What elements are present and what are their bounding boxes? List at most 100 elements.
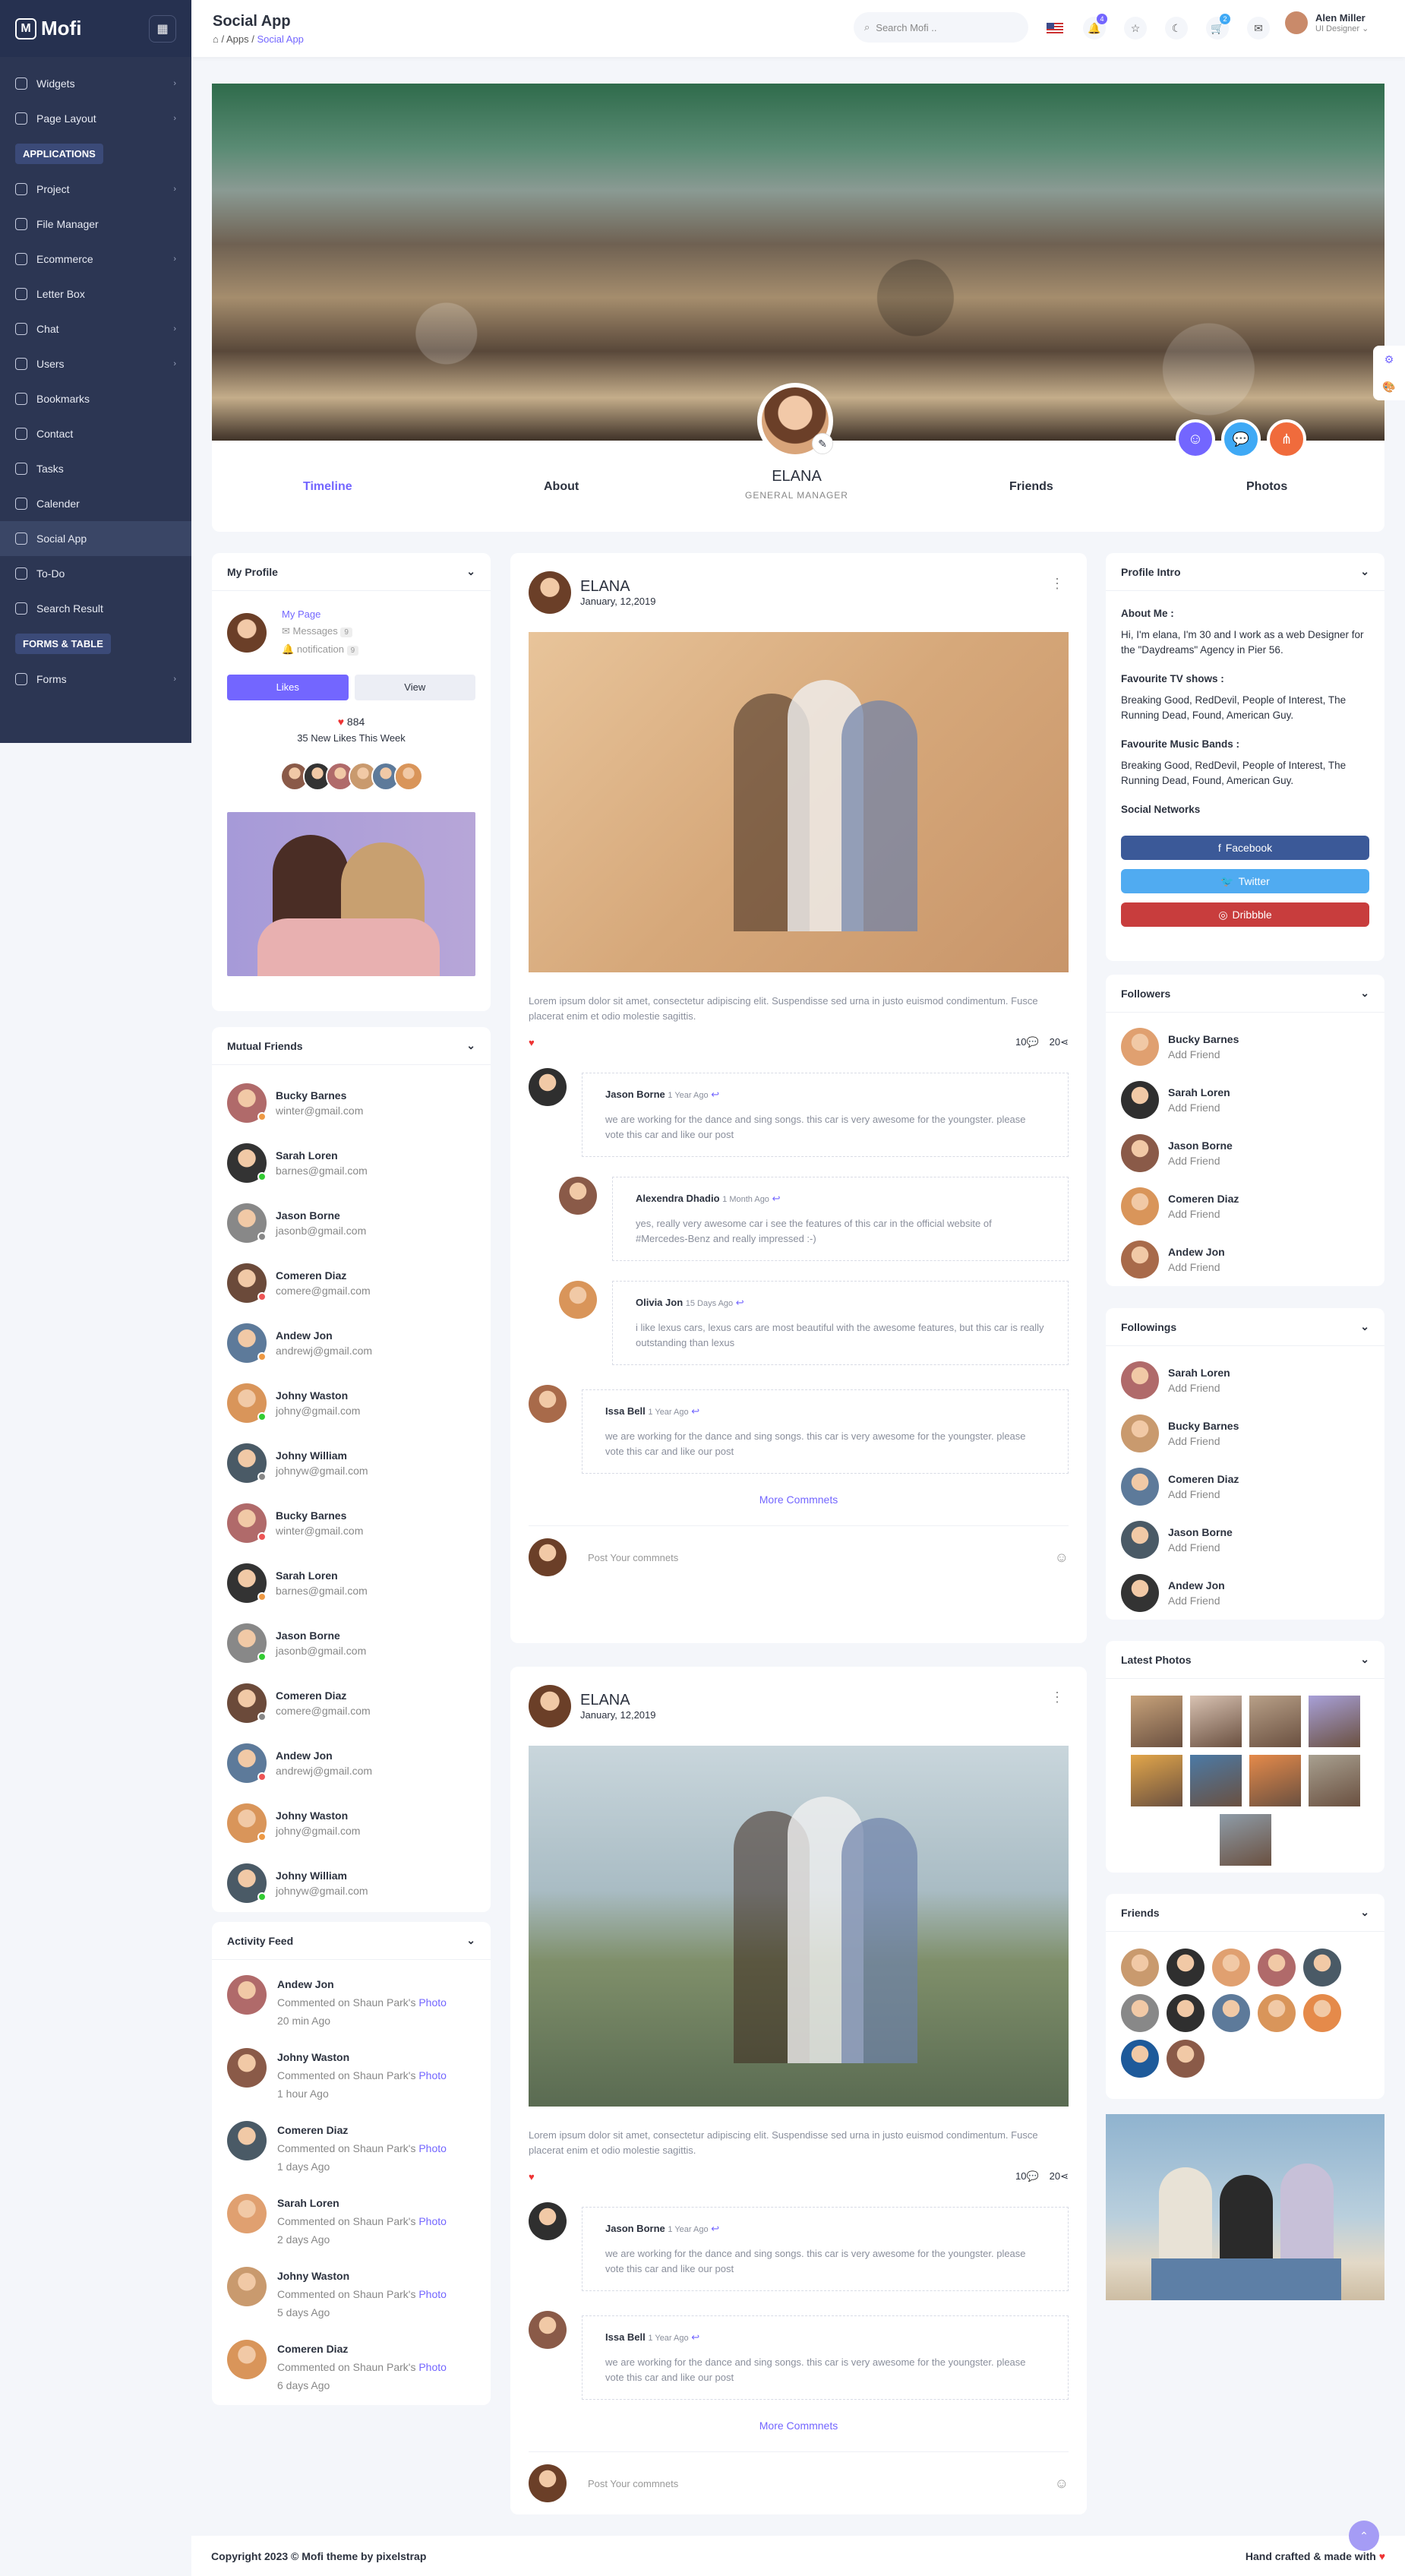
reply-icon[interactable]: ↩: [736, 1297, 744, 1308]
reply-icon[interactable]: ↩: [711, 2223, 719, 2234]
chevron-down-icon[interactable]: ⌄: [1360, 987, 1369, 1000]
sidebar-item-search-result[interactable]: Search Result: [0, 591, 191, 626]
sidebar-item-page-layout[interactable]: Page Layout ›: [0, 101, 191, 136]
sidebar-item-ecommerce[interactable]: Ecommerce ›: [0, 242, 191, 277]
photo-link[interactable]: Photo: [418, 2142, 447, 2154]
reply-icon[interactable]: ↩: [691, 1405, 699, 1417]
chat-icon[interactable]: 💬: [1221, 419, 1261, 459]
logo[interactable]: M Mofi ▦: [0, 0, 191, 57]
add-friend-link[interactable]: Add Friend: [1168, 1595, 1225, 1607]
chevron-down-icon[interactable]: ⌄: [1360, 565, 1369, 578]
sidebar-item-users[interactable]: Users ›: [0, 346, 191, 381]
cart-icon[interactable]: 🛒 2: [1206, 14, 1230, 40]
add-friend-link[interactable]: Add Friend: [1168, 1488, 1239, 1500]
chevron-down-icon[interactable]: ⌄: [1360, 1320, 1369, 1333]
tab-timeline[interactable]: Timeline: [303, 480, 352, 494]
tab-friends[interactable]: Friends: [1009, 480, 1053, 494]
sidebar-item-contact[interactable]: Contact: [0, 416, 191, 451]
share-count[interactable]: 20⋖: [1050, 1036, 1069, 1048]
more-comments-link[interactable]: More Commnets: [529, 1493, 1069, 1506]
add-friend-link[interactable]: Add Friend: [1168, 1208, 1239, 1220]
home-icon[interactable]: ⌂: [213, 33, 219, 45]
list-item[interactable]: Sarah Loren Add Friend: [1121, 1081, 1369, 1119]
messages-row[interactable]: ✉ Messages 9: [282, 623, 358, 641]
activity-feed-header[interactable]: Activity Feed ⌄: [212, 1922, 491, 1960]
friends-header[interactable]: Friends ⌄: [1106, 1894, 1384, 1932]
list-item[interactable]: Sarah Loren barnes@gmail.com: [227, 1143, 475, 1183]
photo-link[interactable]: Photo: [418, 2361, 447, 2373]
chevron-down-icon[interactable]: ⌄: [1360, 1653, 1369, 1666]
gallery-photo[interactable]: [1189, 1755, 1242, 1806]
flag-icon[interactable]: [1043, 17, 1066, 40]
likes-button[interactable]: Likes: [227, 675, 349, 700]
list-item[interactable]: Jason Borne Add Friend: [1121, 1134, 1369, 1172]
sidebar-item-calender[interactable]: Calender: [0, 486, 191, 521]
bookmark-icon[interactable]: ☆: [1124, 17, 1147, 40]
sidebar-item-bookmarks[interactable]: Bookmarks: [0, 381, 191, 416]
sidebar-item-letter-box[interactable]: Letter Box: [0, 277, 191, 311]
latest-photos-header[interactable]: Latest Photos ⌄: [1106, 1641, 1384, 1679]
list-item[interactable]: Jason Borne jasonb@gmail.com: [227, 1623, 475, 1663]
search-input[interactable]: ⌕ Search Mofi ..: [854, 12, 1028, 43]
more-icon[interactable]: ⋮: [1050, 1689, 1064, 1705]
sidebar-item-chat[interactable]: Chat ›: [0, 311, 191, 346]
list-item[interactable]: Comeren Diaz comere@gmail.com: [227, 1263, 475, 1303]
breadcrumb-apps[interactable]: Apps: [226, 33, 249, 45]
mutual-friends-header[interactable]: Mutual Friends ⌄: [212, 1027, 491, 1065]
edit-icon[interactable]: ✎: [812, 433, 833, 454]
view-button[interactable]: View: [354, 675, 475, 700]
followers-header[interactable]: Followers ⌄: [1106, 975, 1384, 1013]
heart-icon[interactable]: ♥: [529, 2171, 535, 2182]
gallery-photo[interactable]: [1219, 1814, 1271, 1866]
list-item[interactable]: Andew Jon andrewj@gmail.com: [227, 1743, 475, 1783]
bell-icon[interactable]: 🔔 4: [1083, 14, 1107, 40]
emoji-icon[interactable]: ☺: [1055, 1550, 1069, 1566]
list-item[interactable]: Johny Waston johny@gmail.com: [227, 1803, 475, 1843]
gallery-photo[interactable]: [1130, 1696, 1182, 1747]
palette-icon[interactable]: 🎨: [1382, 381, 1395, 394]
list-item[interactable]: Bucky Barnes Add Friend: [1121, 1414, 1369, 1452]
add-friend-link[interactable]: Add Friend: [1168, 1435, 1239, 1447]
my-profile-header[interactable]: My Profile ⌄: [212, 553, 491, 591]
list-item[interactable]: Jason Borne Add Friend: [1121, 1521, 1369, 1559]
gallery-photo[interactable]: [1308, 1755, 1360, 1806]
profile-intro-header[interactable]: Profile Intro ⌄: [1106, 553, 1384, 591]
dribbble-button[interactable]: ◎ Dribbble: [1121, 902, 1369, 927]
reply-icon[interactable]: ↩: [711, 1089, 719, 1100]
my-page-link[interactable]: My Page: [282, 606, 358, 623]
comment-count[interactable]: 10💬: [1015, 2170, 1039, 2182]
more-icon[interactable]: ⋮: [1050, 576, 1064, 592]
list-item[interactable]: Andew Jon andrewj@gmail.com: [227, 1323, 475, 1363]
sidebar-item-social-app[interactable]: Social App: [0, 521, 191, 556]
tab-photos[interactable]: Photos: [1246, 480, 1287, 494]
list-item[interactable]: Comeren Diaz Add Friend: [1121, 1468, 1369, 1506]
heart-icon[interactable]: ♥: [529, 1037, 535, 1048]
sidebar-item-project[interactable]: Project ›: [0, 172, 191, 207]
gallery-photo[interactable]: [1189, 1696, 1242, 1747]
list-item[interactable]: Comeren Diaz comere@gmail.com: [227, 1683, 475, 1723]
chevron-down-icon[interactable]: ⌄: [466, 565, 475, 578]
reply-icon[interactable]: ↩: [772, 1193, 781, 1204]
add-friend-link[interactable]: Add Friend: [1168, 1102, 1230, 1114]
list-item[interactable]: Andew Jon Add Friend: [1121, 1574, 1369, 1612]
gallery-photo[interactable]: [1308, 1696, 1360, 1747]
sidebar-item-forms[interactable]: Forms ›: [0, 662, 191, 697]
list-item[interactable]: Bucky Barnes Add Friend: [1121, 1028, 1369, 1066]
add-friend-link[interactable]: Add Friend: [1168, 1048, 1239, 1060]
message-icon[interactable]: ✉: [1247, 17, 1270, 40]
list-item[interactable]: Johny William johnyw@gmail.com: [227, 1863, 475, 1903]
list-item[interactable]: Andew Jon Add Friend: [1121, 1241, 1369, 1279]
gallery-photo[interactable]: [1249, 1755, 1301, 1806]
list-item[interactable]: Sarah Loren barnes@gmail.com: [227, 1563, 475, 1603]
scroll-top-button[interactable]: ⌃: [1349, 2521, 1379, 2551]
photo-link[interactable]: Photo: [418, 2069, 447, 2081]
sidebar-item-widgets[interactable]: Widgets ›: [0, 66, 191, 101]
sidebar-item-tasks[interactable]: Tasks: [0, 451, 191, 486]
photo-link[interactable]: Photo: [418, 2215, 447, 2227]
sidebar-item-file-manager[interactable]: File Manager: [0, 207, 191, 242]
gallery-photo[interactable]: [1249, 1696, 1301, 1747]
list-item[interactable]: Bucky Barnes winter@gmail.com: [227, 1503, 475, 1543]
followings-header[interactable]: Followings ⌄: [1106, 1308, 1384, 1346]
reply-icon[interactable]: ↩: [691, 2331, 699, 2343]
add-friend-link[interactable]: Add Friend: [1168, 1382, 1230, 1394]
